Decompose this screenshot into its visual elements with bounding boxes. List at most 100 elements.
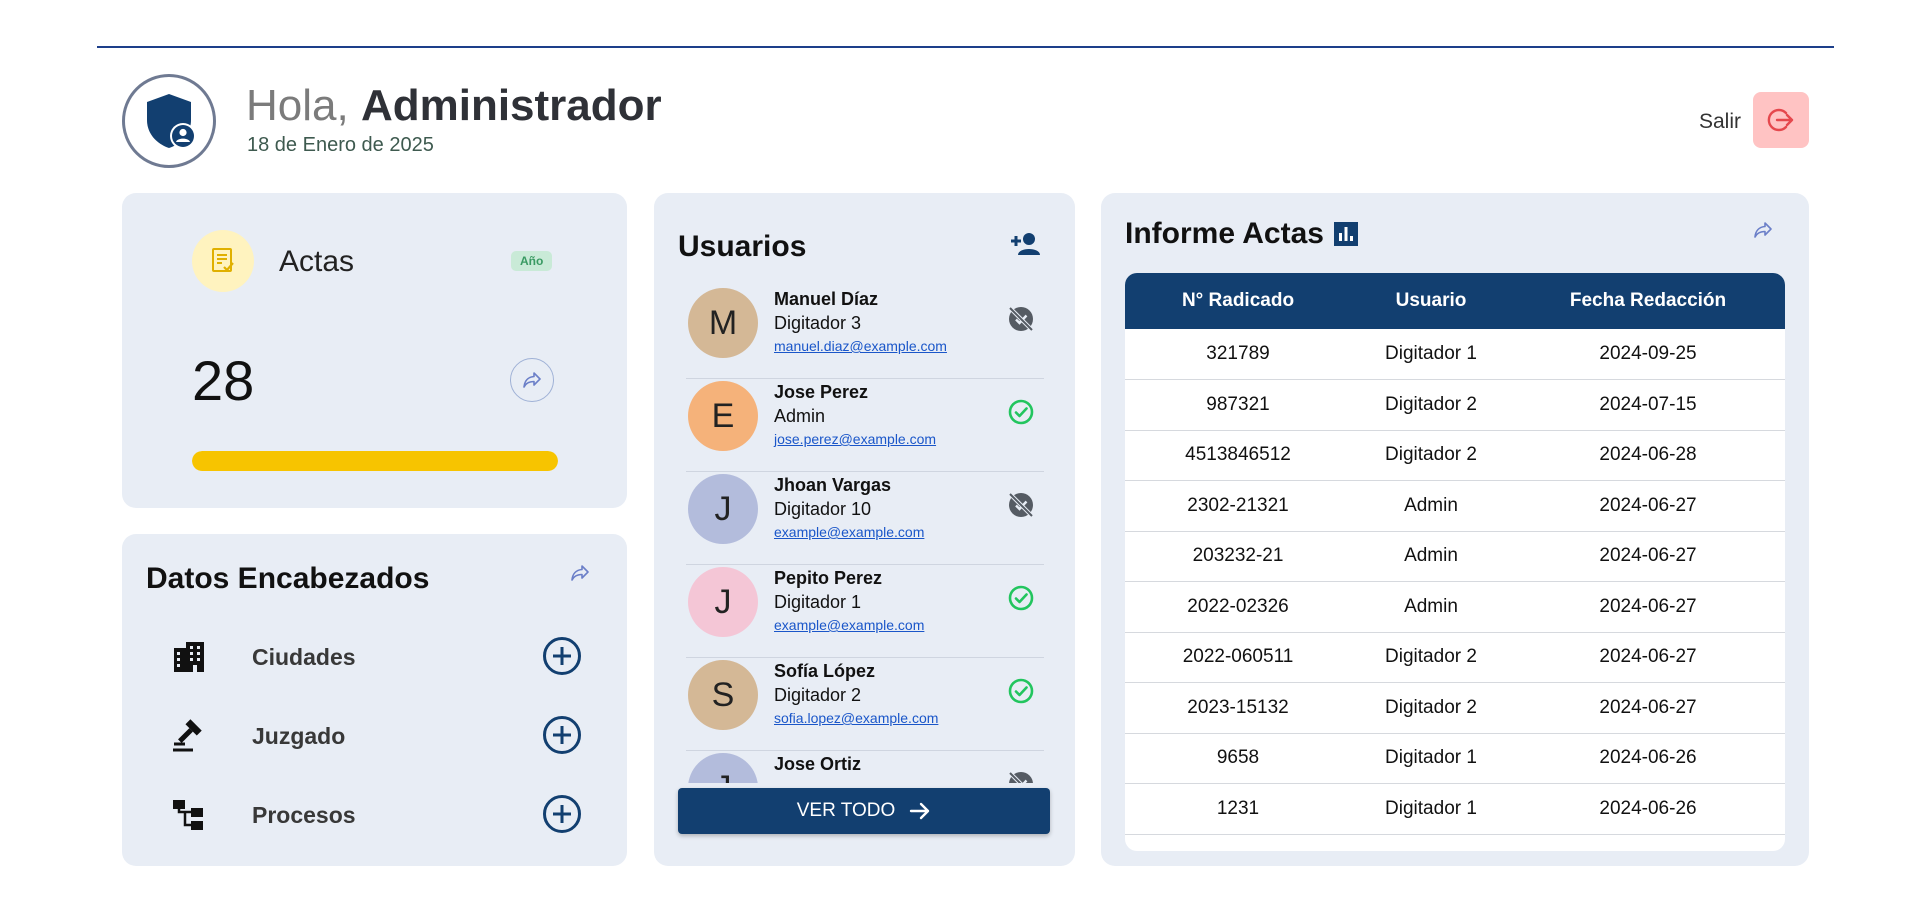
table-cell: 2024-06-27 [1511,682,1785,734]
add-ciudad-button[interactable] [542,636,582,676]
table-cell: Digitador 2 [1351,632,1511,683]
user-role: Digitador 2 [774,685,862,705]
ver-todo-label: VER TODO [796,800,896,821]
table-cell: 203232-21 [1125,531,1351,582]
share-icon [523,372,541,388]
table-cell: Admin [1351,581,1511,633]
ver-todo-button[interactable]: VER TODO [678,788,1050,834]
current-date: 18 de Enero de 2025 [247,134,434,156]
actas-icon-circle [192,230,254,292]
user-email-link[interactable]: example@example.com [774,524,924,540]
table-row[interactable]: 9658 Digitador 1 2024-06-26 [1125,733,1785,784]
table-cell: 2024-06-26 [1511,733,1785,784]
table-cell: 2022-060511 [1125,632,1351,683]
table-row[interactable]: 1231 Digitador 1 2024-06-26 [1125,783,1785,835]
table-cell: Digitador 2 [1351,430,1511,481]
table-row[interactable]: 4513846512 Digitador 2 2024-06-28 [1125,430,1785,481]
table-cell: 2024-06-27 [1511,531,1785,582]
actas-count: 28 [192,349,255,412]
user-email-link[interactable]: jose.perez@example.com [774,431,936,447]
table-cell: 2024-09-25 [1511,329,1785,380]
greeting: Hola, Administrador [246,84,662,128]
table-row[interactable]: 203232-21 Admin 2024-06-27 [1125,531,1785,582]
table-row[interactable]: 987321 Digitador 2 2024-07-15 [1125,379,1785,431]
table-cell: 2302-21321 [1125,480,1351,532]
datos-title: Datos Encabezados [146,562,430,595]
informe-title-text: Informe Actas [1125,217,1324,250]
user-email-link[interactable]: sofia.lopez@example.com [774,710,938,726]
table-cell: Digitador 2 [1351,682,1511,734]
column-header[interactable]: N° Radicado [1125,273,1351,329]
user-list-item[interactable]: J Jose Ortiz [686,751,1044,783]
actas-title: Actas [279,245,355,278]
user-avatar: E [688,381,758,451]
column-header[interactable]: Fecha Redacción [1511,273,1785,329]
user-avatar: J [688,753,758,783]
user-avatar: J [688,567,758,637]
table-row[interactable]: 321789 Digitador 1 2024-09-25 [1125,329,1785,380]
greeting-prefix: Hola, [246,81,349,130]
informe-table-container: N° Radicado Usuario Fecha Redacción 3217… [1125,273,1785,851]
user-role: Digitador 10 [774,499,872,519]
user-list-item[interactable]: J Jhoan Vargas Digitador 10 example@example… [686,472,1044,565]
check-circle-icon[interactable] [1006,676,1036,706]
logout-label: Salir [1698,110,1741,133]
datos-item-label: Juzgado [252,723,346,749]
actas-progress-fill [192,451,558,471]
user-name: Jhoan Vargas [774,475,892,495]
actas-progress-bar [192,451,558,471]
table-cell: 2024-06-28 [1511,430,1785,481]
table-cell: 9658 [1125,733,1351,784]
gavel-icon [170,717,208,755]
user-name: Sofía López [774,661,876,681]
user-list-item[interactable]: M Manuel Díaz Digitador 3 manuel.diaz@examp… [686,286,1044,379]
table-cell: 2024-06-27 [1511,581,1785,633]
table-row[interactable]: 2022-060511 Digitador 2 2024-06-27 [1125,632,1785,683]
check-circle-icon[interactable] [1006,397,1036,427]
building-icon [170,638,208,676]
table-cell: 1231 [1125,783,1351,835]
table-cell: Digitador 1 [1351,733,1511,784]
user-email-link[interactable]: manuel.diaz@example.com [774,338,947,354]
user-name: Pepito Perez [774,568,883,588]
table-cell: 2024-06-26 [1511,783,1785,835]
user-list-item[interactable]: J Pepito Perez Digitador 1 example@example.… [686,565,1044,658]
process-tree-icon [170,796,208,834]
bar-chart-icon [1333,222,1358,246]
datos-item-label: Ciudades [252,644,356,670]
table-cell: 2024-06-27 [1511,480,1785,532]
table-row[interactable]: 2302-21321 Admin 2024-06-27 [1125,480,1785,532]
table-cell: 321789 [1125,329,1351,380]
table-row[interactable]: 2023-15132 Digitador 2 2024-06-27 [1125,682,1785,734]
actas-card: Actas Año 28 [122,193,627,508]
user-name: Jose Perez [774,382,869,402]
admin-shield-avatar [122,74,216,168]
datos-share-button[interactable] [570,564,590,587]
check-circle-icon[interactable] [1006,583,1036,613]
add-user-button[interactable] [1010,231,1042,262]
inactive-circle-icon[interactable] [1006,769,1036,783]
datos-row-juzgado: Juzgado [170,711,582,759]
table-cell: Digitador 2 [1351,379,1511,431]
add-user-icon [1011,233,1040,255]
actas-share-button[interactable] [510,358,554,402]
informe-share-button[interactable] [1753,221,1773,244]
page-header: Hola, Administrador 18 de Enero de 2025 … [122,74,1809,170]
inactive-circle-icon[interactable] [1006,490,1036,520]
informe-actas-card: Informe Actas N° Radicado Usuario Fecha … [1101,193,1809,866]
logout-icon [1767,108,1794,132]
user-role: Digitador 1 [774,592,862,612]
add-proceso-button[interactable] [542,794,582,834]
user-role: Admin [774,406,826,426]
table-row[interactable]: 2022-02326 Admin 2024-06-27 [1125,581,1785,633]
user-list-item[interactable]: S Sofía López Digitador 2 sofia.lopez@examp… [686,658,1044,751]
user-avatar: S [688,660,758,730]
user-email-link[interactable]: example@example.com [774,617,924,633]
column-header[interactable]: Usuario [1351,273,1511,329]
logout-button[interactable] [1753,92,1809,148]
inactive-circle-icon[interactable] [1006,304,1036,334]
datos-row-ciudades: Ciudades [170,632,582,680]
user-list-item[interactable]: E Jose Perez Admin jose.perez@example.com [686,379,1044,472]
user-avatar: M [688,288,758,358]
add-juzgado-button[interactable] [542,715,582,755]
